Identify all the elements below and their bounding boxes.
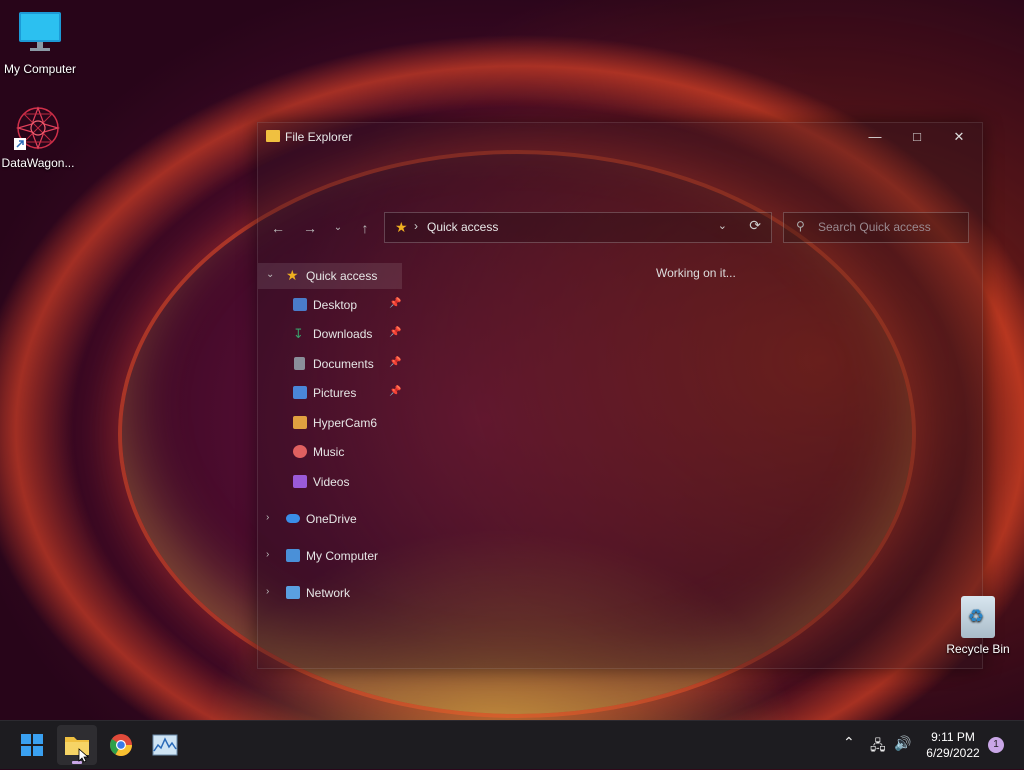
desktop-icon-label: Recycle Bin (946, 642, 1010, 656)
nav-item-label: My Computer (306, 549, 379, 563)
chevron-down-icon[interactable]: ⌄ (718, 219, 727, 232)
search-input[interactable] (816, 219, 960, 235)
cloud-icon (286, 514, 300, 523)
refresh-icon[interactable]: ⟳ (749, 217, 761, 234)
nav-item-hypercam6[interactable]: HyperCam6 (258, 410, 402, 436)
nav-item-label: HyperCam6 (313, 416, 378, 430)
star-icon: ★ (395, 219, 408, 235)
nav-item-my-computer[interactable]: › My Computer (258, 543, 402, 569)
nav-item-label: Desktop (313, 298, 358, 312)
clock-time: 9:11 PM (931, 730, 975, 744)
nav-item-quick-access[interactable]: ⌄ ★ Quick access (258, 263, 402, 289)
nav-item-label: Documents (313, 357, 374, 371)
breadcrumb[interactable]: Quick access (427, 220, 498, 234)
taskbar: ⌃ 🖧 🔊 9:11 PM 6/29/2022 1 (0, 720, 1024, 769)
title-bar[interactable]: File Explorer — □ ✕ (258, 123, 982, 153)
nav-item-desktop[interactable]: Desktop 📌 (258, 292, 402, 318)
pin-icon: 📌 (389, 386, 402, 397)
notification-badge[interactable]: 1 (988, 737, 1004, 753)
taskbar-chrome[interactable] (101, 725, 141, 765)
desktop-icon-recycle-bin[interactable]: Recycle Bin (938, 596, 1018, 656)
nav-item-label: Downloads (313, 327, 373, 341)
pin-icon: 📌 (389, 357, 402, 368)
folder-icon (266, 130, 280, 142)
folder-icon (65, 737, 90, 764)
folder-icon (293, 416, 307, 429)
desktop-icon-label: DataWagon... (1, 156, 75, 170)
navigation-bar: ← → ⌄ ↑ ★ › Quick access ⌄ ⟳ ⚲ (258, 211, 982, 245)
nav-item-label: OneDrive (306, 512, 357, 526)
desktop-icon-datawagon[interactable]: DataWagon... (0, 104, 78, 170)
volume-icon[interactable]: 🔊 (894, 735, 911, 752)
search-box[interactable]: ⚲ (783, 212, 969, 243)
pin-icon: 📌 (389, 298, 402, 309)
desktop-icon-my-computer[interactable]: My Computer (0, 10, 80, 76)
network-icon[interactable]: 🖧 (870, 735, 886, 759)
recycle-bin-icon (961, 596, 995, 638)
nav-item-documents[interactable]: Documents 📌 (258, 351, 402, 377)
documents-icon (294, 357, 305, 370)
music-icon (293, 445, 307, 458)
desktop-folder-icon (293, 298, 307, 311)
minimize-button[interactable]: — (854, 123, 896, 153)
chevron-right-icon: › (414, 219, 418, 233)
nav-item-label: Pictures (313, 386, 357, 400)
windows-logo-icon (21, 734, 43, 756)
status-message: Working on it... (656, 266, 736, 280)
taskbar-file-explorer[interactable] (57, 725, 97, 765)
navigation-pane: ⌄ ★ Quick access Desktop 📌 ↧ Downloads 📌… (258, 263, 403, 668)
close-button[interactable]: ✕ (938, 123, 980, 153)
clock[interactable]: 9:11 PM 6/29/2022 (918, 729, 988, 761)
maximize-button[interactable]: □ (896, 123, 938, 153)
start-button[interactable] (12, 725, 52, 765)
computer-icon (286, 549, 300, 562)
pin-icon: 📌 (389, 327, 402, 338)
taskbar-resource-monitor[interactable] (145, 725, 185, 765)
pictures-icon (293, 386, 307, 399)
clock-date: 6/29/2022 (926, 746, 980, 760)
chrome-icon (110, 734, 132, 756)
performance-chart-icon (152, 734, 178, 756)
nav-item-network[interactable]: › Network (258, 580, 402, 606)
chevron-up-icon[interactable]: ⌃ (843, 734, 855, 751)
window-title: File Explorer (285, 130, 353, 144)
nav-item-label: Videos (313, 475, 350, 489)
nav-item-label: Network (306, 586, 351, 600)
star-icon: ★ (286, 267, 299, 283)
chevron-right-icon[interactable]: › (266, 586, 269, 597)
chevron-down-icon[interactable]: ⌄ (266, 269, 274, 280)
nav-item-downloads[interactable]: ↧ Downloads 📌 (258, 321, 402, 347)
network-icon (286, 586, 300, 599)
datawagon-logo-icon (14, 104, 62, 152)
forward-button[interactable]: → (299, 218, 321, 238)
nav-item-onedrive[interactable]: › OneDrive (258, 506, 402, 532)
search-icon: ⚲ (796, 219, 805, 233)
back-button[interactable]: ← (267, 218, 289, 238)
nav-item-label: Quick access (306, 269, 378, 283)
file-explorer-window: File Explorer — □ ✕ ← → ⌄ ↑ ★ › Quick ac… (257, 122, 983, 669)
nav-item-label: Music (313, 445, 345, 459)
address-bar[interactable]: ★ › Quick access ⌄ ⟳ (384, 212, 772, 243)
monitor-icon (16, 10, 64, 58)
chevron-right-icon[interactable]: › (266, 512, 269, 523)
chevron-right-icon[interactable]: › (266, 549, 269, 560)
recent-locations-button[interactable]: ⌄ (327, 218, 349, 238)
nav-item-music[interactable]: Music (258, 439, 402, 465)
desktop-icon-label: My Computer (3, 62, 77, 76)
nav-item-pictures[interactable]: Pictures 📌 (258, 380, 402, 406)
ribbon-area (258, 153, 982, 211)
download-icon: ↧ (293, 326, 304, 341)
videos-icon (293, 475, 307, 488)
nav-item-videos[interactable]: Videos (258, 469, 402, 495)
up-button[interactable]: ↑ (354, 218, 376, 238)
